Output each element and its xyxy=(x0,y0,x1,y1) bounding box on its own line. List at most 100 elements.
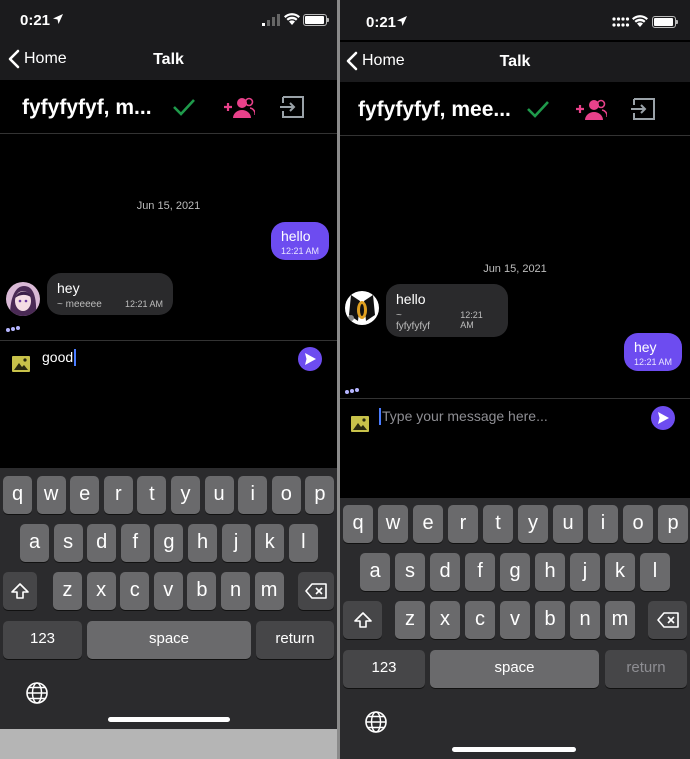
outgoing-message[interactable]: hello 12:21 AM xyxy=(270,222,329,260)
key-z[interactable]: z xyxy=(395,601,425,639)
key-w[interactable]: w xyxy=(36,476,66,514)
key-z[interactable]: z xyxy=(53,572,82,610)
return-key[interactable]: return xyxy=(605,650,687,688)
key-s[interactable]: s xyxy=(53,524,83,562)
key-m[interactable]: m xyxy=(254,572,284,610)
key-c[interactable]: c xyxy=(465,601,495,639)
image-icon[interactable] xyxy=(12,356,30,372)
delete-key[interactable] xyxy=(298,572,334,610)
key-h[interactable]: h xyxy=(188,524,217,562)
status-time: 0:21 xyxy=(20,12,51,29)
key-q[interactable]: q xyxy=(343,505,373,543)
exit-icon[interactable] xyxy=(280,94,306,120)
key-t[interactable]: t xyxy=(483,505,513,543)
key-k[interactable]: k xyxy=(605,553,635,591)
key-a[interactable]: a xyxy=(20,524,49,562)
key-d[interactable]: d xyxy=(87,524,117,562)
key-j[interactable]: j xyxy=(570,553,600,591)
key-w[interactable]: w xyxy=(378,505,408,543)
checkmark-icon[interactable] xyxy=(171,94,197,120)
key-y[interactable]: y xyxy=(171,476,200,514)
key-f[interactable]: f xyxy=(120,524,150,562)
key-n[interactable]: n xyxy=(570,601,600,639)
key-e[interactable]: e xyxy=(70,476,100,514)
key-l[interactable]: l xyxy=(640,553,670,591)
key-i[interactable]: i xyxy=(588,505,618,543)
key-e[interactable]: e xyxy=(413,505,443,543)
message-sender: ~ fyfyfyfyf xyxy=(396,310,430,332)
key-x[interactable]: x xyxy=(430,601,460,639)
key-p[interactable]: p xyxy=(658,505,688,543)
globe-icon[interactable] xyxy=(364,710,388,734)
checkmark-icon[interactable] xyxy=(525,96,551,122)
location-arrow-icon xyxy=(53,14,63,24)
key-g[interactable]: g xyxy=(500,553,530,591)
key-o[interactable]: o xyxy=(271,476,301,514)
incoming-message[interactable]: hey ~ meeeee 12:21 AM xyxy=(47,273,173,315)
key-b[interactable]: b xyxy=(535,601,565,639)
cellular-signal-icon xyxy=(262,14,280,26)
message-text: hello xyxy=(396,291,426,307)
key-d[interactable]: d xyxy=(430,553,460,591)
avatar[interactable] xyxy=(345,291,379,325)
key-b[interactable]: b xyxy=(187,572,217,610)
key-i[interactable]: i xyxy=(238,476,268,514)
incoming-message[interactable]: hello ~ fyfyfyfyf 12:21 AM xyxy=(386,284,508,337)
battery-cap xyxy=(676,20,678,24)
send-button[interactable] xyxy=(651,406,675,430)
key-v[interactable]: v xyxy=(500,601,530,639)
date-divider: Jun 15, 2021 xyxy=(483,263,547,275)
key-c[interactable]: c xyxy=(120,572,150,610)
delete-icon xyxy=(305,583,327,599)
key-s[interactable]: s xyxy=(395,553,425,591)
bottom-bar xyxy=(0,729,337,759)
numbers-key[interactable]: 123 xyxy=(3,621,82,659)
key-r[interactable]: r xyxy=(448,505,478,543)
key-m[interactable]: m xyxy=(605,601,635,639)
home-indicator xyxy=(452,747,576,752)
battery-icon xyxy=(303,14,327,26)
message-sender: ~ meeeee xyxy=(57,299,102,310)
key-x[interactable]: x xyxy=(86,572,116,610)
key-t[interactable]: t xyxy=(137,476,167,514)
key-a[interactable]: a xyxy=(360,553,390,591)
key-v[interactable]: v xyxy=(153,572,183,610)
globe-icon[interactable] xyxy=(25,681,49,705)
key-u[interactable]: u xyxy=(204,476,234,514)
key-j[interactable]: j xyxy=(221,524,251,562)
status-bar: 0:21 xyxy=(340,0,690,40)
exit-icon[interactable] xyxy=(631,96,657,122)
message-text: hey xyxy=(633,339,657,355)
key-u[interactable]: u xyxy=(553,505,583,543)
key-n[interactable]: n xyxy=(221,572,250,610)
key-p[interactable]: p xyxy=(305,476,335,514)
send-button[interactable] xyxy=(298,347,322,371)
avatar[interactable] xyxy=(6,282,40,316)
key-k[interactable]: k xyxy=(255,524,285,562)
space-key[interactable]: space xyxy=(87,621,251,659)
space-key[interactable]: space xyxy=(430,650,599,688)
shift-key[interactable] xyxy=(343,601,382,639)
key-o[interactable]: o xyxy=(623,505,653,543)
status-time: 0:21 xyxy=(366,14,397,31)
return-key[interactable]: return xyxy=(256,621,334,659)
delete-key[interactable] xyxy=(648,601,687,639)
add-people-icon[interactable] xyxy=(223,94,255,120)
key-h[interactable]: h xyxy=(535,553,565,591)
image-icon[interactable] xyxy=(351,416,369,432)
numbers-key[interactable]: 123 xyxy=(343,650,425,688)
key-y[interactable]: y xyxy=(518,505,548,543)
key-q[interactable]: q xyxy=(3,476,32,514)
keyboard: qwertyuiop asdfghjkl zxcvbnm 123 space ret… xyxy=(340,498,690,759)
add-people-icon[interactable] xyxy=(575,96,607,122)
message-input[interactable]: Type your message here... xyxy=(382,408,548,424)
outgoing-message[interactable]: hey 12:21 AM xyxy=(623,333,682,371)
message-input[interactable]: good xyxy=(42,349,73,365)
key-g[interactable]: g xyxy=(154,524,184,562)
key-r[interactable]: r xyxy=(103,476,133,514)
key-f[interactable]: f xyxy=(465,553,495,591)
message-text: hey xyxy=(57,280,80,296)
cellular-signal-icon xyxy=(612,17,630,27)
key-l[interactable]: l xyxy=(288,524,318,562)
shift-key[interactable] xyxy=(3,572,37,610)
